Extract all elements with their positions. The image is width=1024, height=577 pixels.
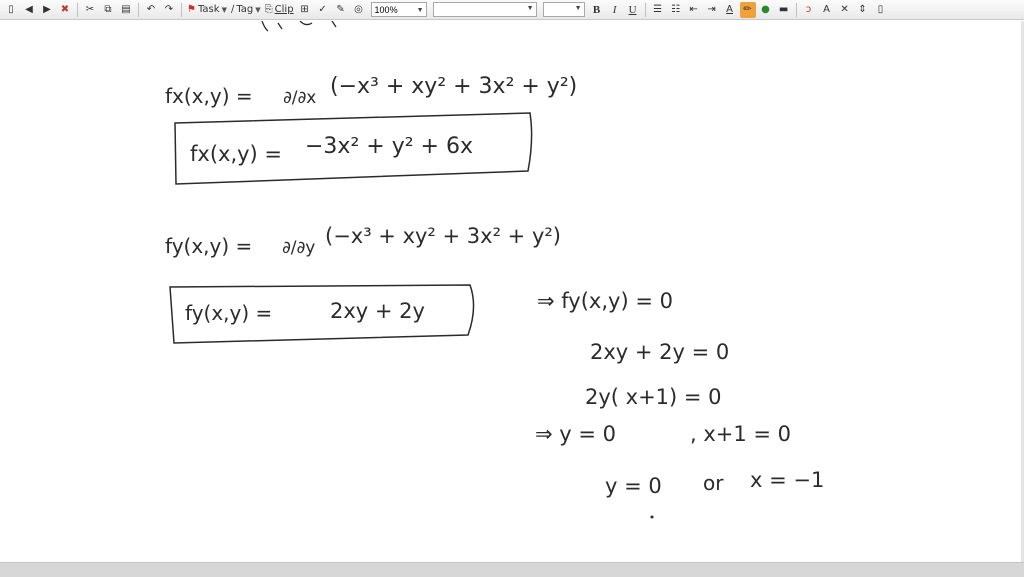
task-label: Task <box>197 4 220 15</box>
pen-icon[interactable]: ✎ <box>333 2 349 18</box>
spellcheck-icon[interactable]: ✓ <box>315 2 331 18</box>
lasso-icon[interactable]: ↄ <box>801 2 817 18</box>
outdent-icon[interactable]: ⇤ <box>686 2 702 18</box>
redo-icon[interactable]: ↷ <box>161 2 177 18</box>
tag-icon: ∕ <box>230 4 235 15</box>
step-x-plus-one: , x+1 = 0 <box>690 422 791 446</box>
close-icon[interactable]: ✕ <box>837 2 853 18</box>
fx-definition-lhs: fx(x,y) = <box>165 84 253 108</box>
step-y-zero: ⇒ y = 0 <box>535 422 616 446</box>
back-icon[interactable]: ◀ <box>21 2 37 18</box>
forward-icon[interactable]: ▶ <box>39 2 55 18</box>
horizontal-scrollbar[interactable] <box>0 562 1024 577</box>
clip-button[interactable]: ⎘ Clip <box>264 2 295 18</box>
chevron-down-icon: ▼ <box>526 5 534 12</box>
clip-icon: ⎘ <box>264 4 273 15</box>
clip-label: Clip <box>274 4 294 15</box>
separator <box>138 2 139 17</box>
separator <box>77 2 78 17</box>
bold-button[interactable]: B <box>589 2 605 18</box>
new-page-icon[interactable]: ▯ <box>3 2 19 18</box>
ink-dot <box>650 515 654 519</box>
task-button[interactable]: ⚑ Task ▼ <box>186 2 228 18</box>
solution-or: or <box>703 471 724 495</box>
tag-label: Tag <box>236 4 254 15</box>
fx-definition-rhs: (−x³ + xy² + 3x² + y²) <box>330 74 577 99</box>
zoom-select[interactable]: 100% ▼ <box>370 2 427 17</box>
fy-result-lhs: fy(x,y) = <box>185 301 272 325</box>
underline-button[interactable]: U <box>625 2 641 18</box>
separator <box>795 2 797 17</box>
task-flag-icon: ⚑ <box>187 4 196 15</box>
tag-button[interactable]: ∕ Tag ▼ <box>230 2 262 18</box>
cut-icon[interactable]: ✂ <box>82 2 98 18</box>
fx-result-lhs: fx(x,y) = <box>190 142 282 166</box>
fy-result-rhs: 2xy + 2y <box>330 299 425 323</box>
fy-definition-rhs: (−x³ + xy² + 3x² + y²) <box>325 224 561 248</box>
chevron-down-icon: ▼ <box>255 5 261 14</box>
solution-y: y = 0 <box>605 474 662 498</box>
chevron-down-icon: ▼ <box>416 7 424 14</box>
zoom-value: 100% <box>374 5 398 15</box>
view-icon[interactable]: ▯ <box>873 2 889 18</box>
numbering-icon[interactable]: ☷ <box>668 2 684 18</box>
paste-icon[interactable]: ▤ <box>118 2 134 18</box>
italic-button[interactable]: I <box>607 2 623 18</box>
font-size-select[interactable]: ▼ <box>542 2 585 17</box>
highlighter-icon[interactable]: ✏ <box>739 1 756 18</box>
solution-x: x = −1 <box>750 468 824 492</box>
font-color-button[interactable]: A <box>722 2 738 18</box>
small-caps-label: A <box>823 4 830 15</box>
fy-definition-lhs: fy(x,y) = <box>165 234 252 258</box>
note-canvas[interactable]: fx(x,y) = ∂/∂x (−x³ + xy² + 3x² + y²) fx… <box>0 20 1024 562</box>
insert-space-icon[interactable]: ⇕ <box>855 2 871 18</box>
font-color-label: A <box>726 4 733 15</box>
font-size-button[interactable]: A <box>819 2 835 18</box>
fill-color-icon[interactable]: ● <box>758 2 774 18</box>
partial-y-operator: ∂/∂y <box>282 238 315 258</box>
indent-icon[interactable]: ⇥ <box>704 2 720 18</box>
separator <box>181 2 182 17</box>
undo-icon[interactable]: ↶ <box>143 2 159 18</box>
fx-result-rhs: −3x² + y² + 6x <box>305 134 473 159</box>
delete-icon[interactable]: ✖ <box>57 2 73 18</box>
step-factored: 2y( x+1) = 0 <box>585 385 722 409</box>
circle-icon[interactable]: ◎ <box>351 2 367 18</box>
copy-icon[interactable]: ⧉ <box>100 2 116 18</box>
toolbar: ▯ ◀ ▶ ✖ ✂ ⧉ ▤ ↶ ↷ ⚑ Task ▼ ∕ Tag ▼ ⎘ Cli… <box>0 0 1024 20</box>
chevron-down-icon: ▼ <box>574 5 582 12</box>
step-set-zero: ⇒ fy(x,y) = 0 <box>537 289 673 313</box>
chevron-down-icon: ▼ <box>221 5 227 14</box>
line-style-icon[interactable]: ▬ <box>776 2 792 18</box>
font-family-select[interactable]: ▼ <box>432 2 537 17</box>
table-icon[interactable]: ⊞ <box>297 2 313 18</box>
step-equation: 2xy + 2y = 0 <box>590 340 729 364</box>
partial-x-operator: ∂/∂x <box>283 88 316 108</box>
bullets-icon[interactable]: ☰ <box>650 2 666 18</box>
separator <box>644 2 646 17</box>
handwriting-layer: fx(x,y) = ∂/∂x (−x³ + xy² + 3x² + y²) fx… <box>165 20 824 519</box>
